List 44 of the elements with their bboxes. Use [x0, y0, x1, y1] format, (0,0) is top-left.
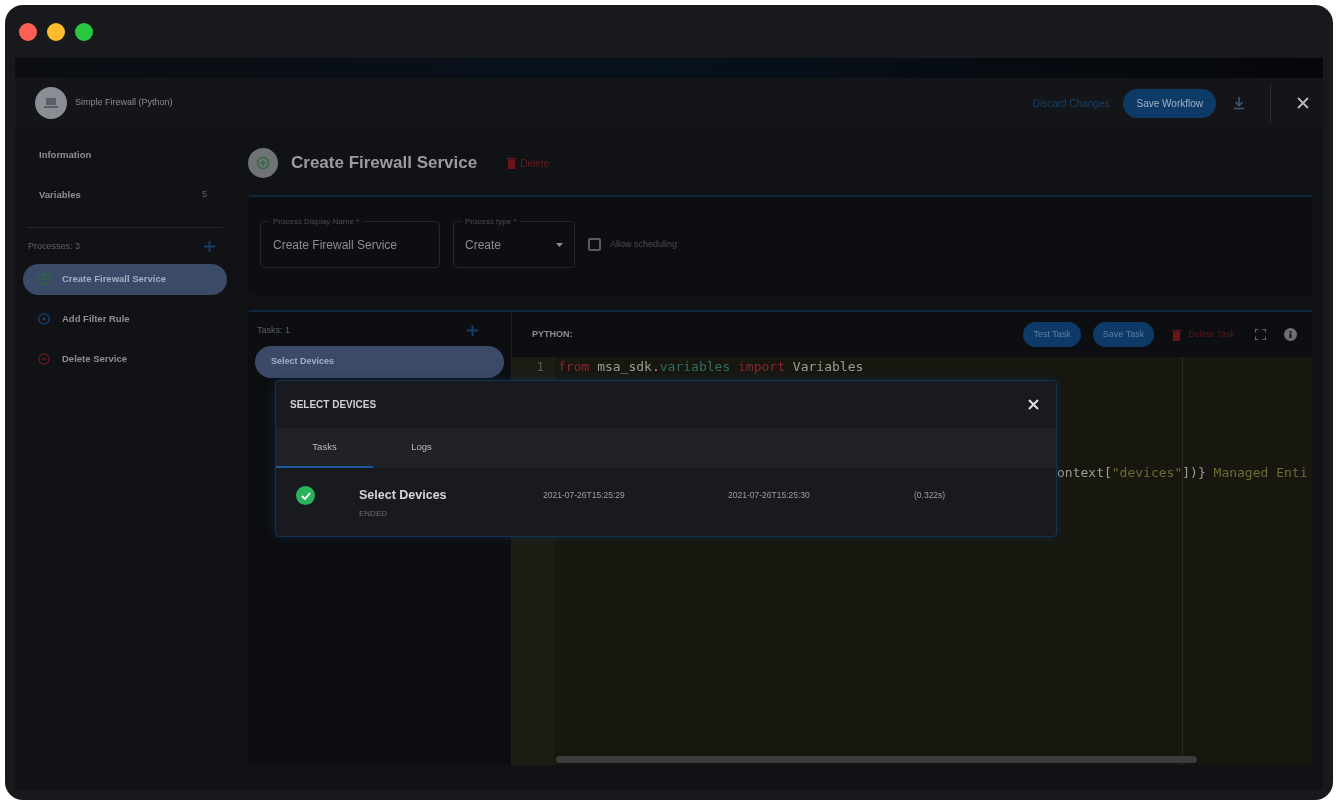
trash-icon [1172, 328, 1182, 341]
trash-icon [507, 157, 517, 169]
laptop-avatar-icon [35, 87, 67, 119]
line-number: 1 [535, 358, 544, 377]
task-name: Select Devices [359, 487, 448, 504]
dialog-tab[interactable]: Logs [373, 428, 470, 468]
task-item[interactable]: Select Devices [255, 345, 504, 378]
horizontal-scrollbar[interactable] [556, 756, 1197, 763]
duration: (0.322s) [914, 489, 946, 502]
minus-circle-icon [38, 353, 50, 365]
checkbox[interactable] [588, 238, 601, 251]
start-time: 2021-07-26T15:25:29 [543, 489, 626, 502]
caret-icon [556, 242, 563, 247]
sidebar-item[interactable]: Information [39, 147, 92, 163]
info-icon[interactable] [1284, 328, 1297, 341]
save-workflow-button[interactable]: Save Workflow [1123, 88, 1216, 118]
language-label: PYTHON: [532, 327, 574, 341]
process-item[interactable]: Add Filter Rule [23, 303, 227, 335]
tasks-count: Tasks: 1 [257, 324, 290, 337]
process-item[interactable]: Delete Service [23, 343, 227, 375]
play-circle-icon [38, 313, 50, 325]
checkbox-label: Allow scheduling [610, 237, 678, 251]
dialog-tab[interactable]: Tasks [276, 428, 373, 468]
sidebar-item[interactable]: Variables [39, 187, 81, 203]
code-line: ontext["devices"])} Managed Enti [1057, 464, 1308, 482]
dialog-title: SELECT DEVICES [290, 398, 378, 412]
zoom-window-button[interactable] [75, 22, 93, 41]
plus-circle-icon [38, 273, 50, 285]
close-window-button[interactable] [19, 22, 37, 41]
task-status: ENDED [359, 507, 388, 520]
process-title: Create Firewall Service [291, 152, 478, 175]
end-time: 2021-07-26T15:25:30 [728, 489, 811, 502]
variables-count: 5 [202, 188, 207, 202]
field-value: Create [465, 236, 503, 254]
workflow-title: Simple Firewall (Python) [75, 96, 173, 110]
processes-count: Processes: 3 [28, 240, 81, 253]
code-line: from msa_sdk.variables import Variables [558, 358, 864, 377]
fullscreen-icon[interactable] [1255, 329, 1266, 340]
minimize-window-button[interactable] [47, 22, 65, 41]
download-icon[interactable] [1232, 96, 1246, 110]
process-item[interactable]: Create Firewall Service [23, 263, 227, 295]
field-value: Create Firewall Service [273, 236, 398, 254]
close-icon[interactable] [1297, 97, 1309, 109]
close-icon[interactable] [1028, 399, 1039, 410]
